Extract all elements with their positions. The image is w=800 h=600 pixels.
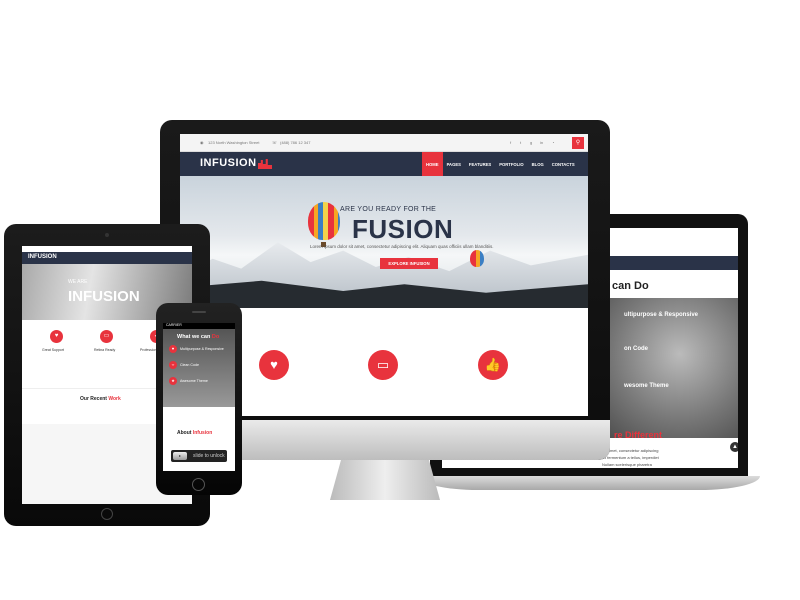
laptop-nav-item[interactable]: BLOG bbox=[712, 270, 724, 275]
menu-home[interactable]: HOME bbox=[422, 152, 443, 176]
phone-item: Awesome Theme bbox=[180, 379, 208, 383]
laptop-different-text: re Different bbox=[614, 430, 663, 440]
main-menu: HOME PAGES FEATURES PORTFOLIO BLOG CONTA… bbox=[422, 152, 579, 176]
twitter-icon[interactable]: t bbox=[520, 140, 521, 145]
tablet-header: INFUSION bbox=[22, 252, 192, 264]
phone-section-accent: Do bbox=[211, 334, 220, 340]
tablet-logo[interactable]: INFUSION bbox=[28, 254, 57, 260]
facebook-icon[interactable]: f bbox=[510, 140, 511, 145]
tablet-recent-title: Our Recent Work bbox=[80, 396, 121, 402]
carrier-text: CARRIER bbox=[166, 323, 182, 327]
address-text: 123 North Washington Street bbox=[208, 140, 260, 145]
search-icon: ⚲ bbox=[575, 140, 581, 146]
laptop-nav-item[interactable]: PORTFOLIO bbox=[678, 270, 701, 275]
laptop-section-title-text: can Do bbox=[612, 280, 649, 292]
laptop-different-title: re Different bbox=[614, 430, 662, 440]
phone-about-text: About bbox=[177, 430, 192, 436]
laptop-item: wesome Theme bbox=[624, 383, 669, 389]
laptop-nav-item[interactable]: PAGES bbox=[622, 270, 636, 275]
phone-icon: ☏ bbox=[272, 140, 278, 145]
site-header: INFUSION HOME PAGES FEATURES PORTFOLIO B… bbox=[180, 152, 588, 176]
google-icon[interactable]: g bbox=[530, 140, 532, 145]
top-bar: ◉ 123 North Washington Street ☏ (488) 78… bbox=[180, 134, 588, 152]
tablet-feature: Retina Ready bbox=[94, 348, 116, 352]
laptop-list-item: Sit amet, consectetur adipiscing bbox=[602, 448, 659, 453]
laptop-list-item: Ut fermentum a tellus, imperdiet bbox=[602, 455, 659, 460]
tablet-camera bbox=[105, 233, 109, 237]
hot-air-balloon-image bbox=[470, 250, 484, 267]
laptop-section-title: can Do bbox=[612, 280, 649, 292]
monitor-icon: ▭ bbox=[100, 330, 113, 343]
monitor-stand bbox=[330, 460, 440, 500]
star-icon: ★ bbox=[169, 377, 177, 385]
phone-screen: CARRIER What we can Do ♥ Multipurpose & … bbox=[163, 323, 235, 471]
laptop-item: on Code bbox=[624, 346, 648, 352]
thumbs-up-icon: 👍 bbox=[478, 350, 508, 380]
hero-description: Lorem ipsum dolor sit amet, consectetur … bbox=[310, 244, 494, 249]
phone-item: Multipurpose & Responsive bbox=[180, 347, 224, 351]
monitor-icon: ▭ bbox=[368, 350, 398, 380]
tablet-recent-text: Our Recent bbox=[80, 396, 107, 402]
tablet-we-are: WE ARE bbox=[68, 279, 88, 285]
phone-home-button[interactable] bbox=[192, 478, 205, 491]
heart-icon: ♥ bbox=[50, 330, 63, 343]
menu-pages[interactable]: PAGES bbox=[443, 152, 465, 176]
phone-item: Clean Code bbox=[180, 363, 199, 367]
tablet-feature: Great Support bbox=[42, 348, 64, 352]
unlock-text: slide to unlock bbox=[193, 453, 225, 459]
menu-features[interactable]: FEATURES bbox=[465, 152, 495, 176]
linkedin-icon[interactable]: in bbox=[540, 140, 543, 145]
laptop-nav-item[interactable]: FEATURES bbox=[646, 270, 667, 275]
laptop-section-photo bbox=[592, 298, 738, 438]
phone-section-title: What we can Do bbox=[177, 334, 219, 340]
location-icon: ◉ bbox=[200, 140, 204, 145]
explore-button[interactable]: EXPLORE INFUSION bbox=[380, 258, 438, 269]
hero-title: FUSION bbox=[352, 214, 454, 244]
hero-kicker: ARE YOU READY FOR THE bbox=[340, 206, 437, 213]
logo-skyline-icon bbox=[258, 159, 272, 169]
hot-air-balloon-image bbox=[308, 202, 340, 240]
search-button[interactable]: ⚲ bbox=[572, 137, 584, 149]
tablet-home-button[interactable] bbox=[101, 508, 113, 520]
phone-text: (488) 786 12 347 bbox=[280, 140, 311, 145]
phone-section-text: What we can bbox=[177, 334, 211, 340]
tablet-recent-accent: Work bbox=[108, 396, 121, 402]
heart-icon: ♥ bbox=[259, 350, 289, 380]
site-logo[interactable]: INFUSION bbox=[200, 157, 257, 169]
phone-speaker bbox=[192, 311, 206, 313]
phone-about-title: About Infusion bbox=[177, 430, 212, 436]
menu-portfolio[interactable]: PORTFOLIO bbox=[495, 152, 527, 176]
menu-blog[interactable]: BLOG bbox=[528, 152, 548, 176]
menu-contacts[interactable]: CONTACTS bbox=[548, 152, 579, 176]
laptop-item: ultipurpose & Responsive bbox=[624, 312, 699, 318]
rss-icon[interactable]: ◔ bbox=[552, 140, 554, 145]
unlock-slider-handle[interactable]: ▸ bbox=[173, 452, 187, 460]
phone-device: CARRIER What we can Do ♥ Multipurpose & … bbox=[156, 303, 242, 495]
tablet-brand: INFUSION bbox=[68, 288, 140, 305]
heart-icon: ♥ bbox=[169, 345, 177, 353]
phone-about-accent: Infusion bbox=[192, 430, 213, 436]
slide-to-unlock-bar[interactable]: ▸ slide to unlock bbox=[171, 450, 227, 462]
scroll-up-button[interactable]: ▲ bbox=[730, 442, 738, 452]
code-icon: ‹› bbox=[169, 361, 177, 369]
